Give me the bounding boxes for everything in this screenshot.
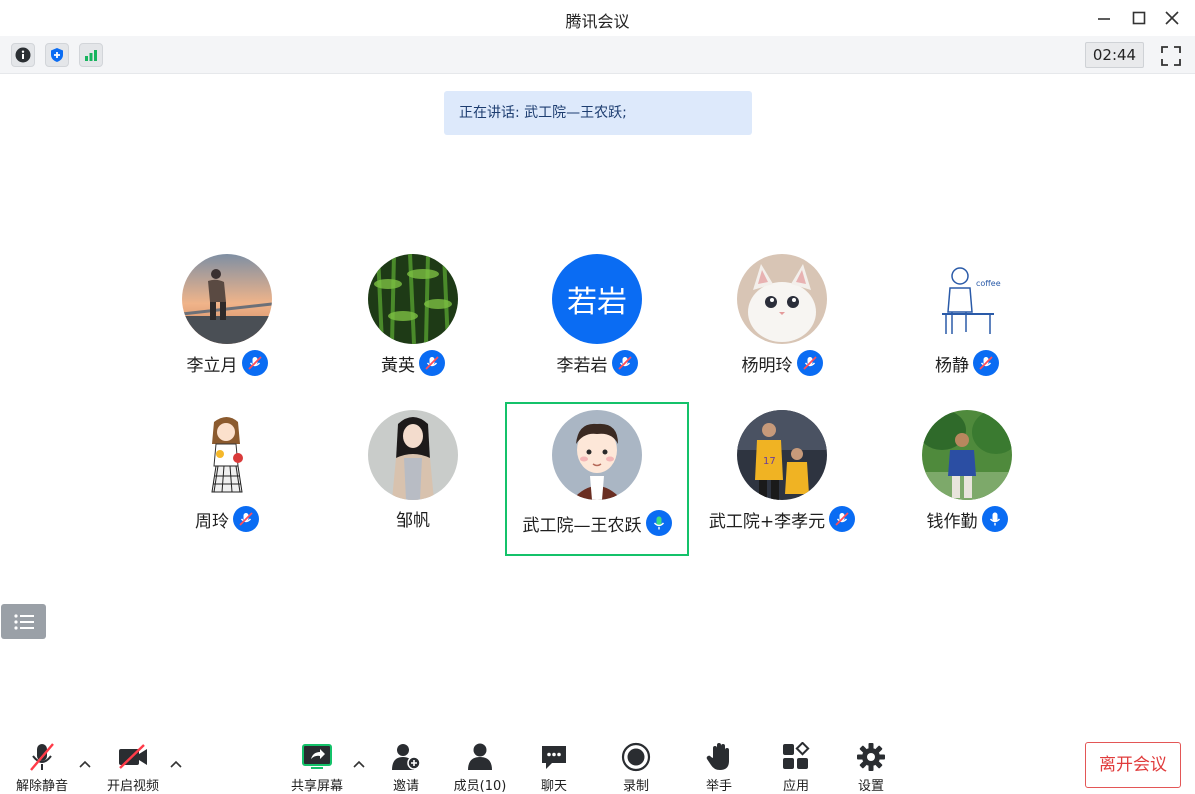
participant-tile[interactable]: 黃英 [321,248,505,402]
window-title: 腾讯会议 [565,12,630,31]
mic-muted-icon [233,506,259,532]
avatar [737,254,827,344]
participant-tile[interactable]: 钱作勤 [875,404,1059,558]
bottom-toolbar: 解除静音 开启视频 共享屏幕 邀请 成员(10) 聊天 录制 举手 应用 设置 … [0,730,1195,794]
svg-text:coffee: coffee [976,279,1001,288]
raise-hand-button[interactable]: 举手 [684,730,754,794]
settings-button[interactable]: 设置 [836,730,906,794]
members-label: 成员(10) [453,779,507,794]
participant-name: 李立月 [186,355,238,376]
participant-name: 武工院+李孝元 [708,511,826,532]
chat-label: 聊天 [540,779,567,794]
record-button[interactable]: 录制 [601,730,671,794]
chat-icon [537,740,571,773]
invite-icon [389,740,423,773]
close-icon[interactable] [1160,6,1184,30]
chat-button[interactable]: 聊天 [519,730,589,794]
mic-muted-icon [973,350,999,376]
mic-active-icon [645,510,672,536]
mic-muted-icon [611,350,638,376]
participant-name: 邹帆 [396,511,430,531]
avatar [182,254,272,344]
avatar [368,410,458,500]
record-label: 录制 [622,779,649,794]
members-icon [463,740,497,773]
participant-tile[interactable]: 杨明玲 [690,248,874,402]
mic-icon [981,506,1008,532]
invite-button[interactable]: 邀请 [371,730,441,794]
apps-icon [779,740,813,773]
apps-label: 应用 [782,779,809,794]
speaking-banner: 正在讲话: 武工院—王农跃; [444,91,752,135]
hand-icon [702,740,736,773]
avatar [182,410,272,500]
participant-tile-speaking[interactable]: 武工院—王农跃 [505,402,689,556]
mic-muted-icon [829,506,856,532]
participant-tile[interactable]: 邹帆 [321,404,505,558]
apps-button[interactable]: 应用 [761,730,831,794]
avatar [552,410,642,500]
shield-icon[interactable] [45,43,69,67]
mic-muted-icon [419,350,445,376]
unmute-button[interactable]: 解除静音 [7,730,77,794]
avatar: 若岩 [552,254,642,344]
raise-hand-label: 举手 [705,779,732,794]
avatar [922,410,1012,500]
participant-name: 黃英 [381,355,415,376]
avatar: coffee [922,254,1012,344]
fullscreen-icon[interactable] [1159,44,1183,68]
share-screen-label: 共享屏幕 [290,779,343,794]
video-off-icon [116,740,150,773]
signal-icon[interactable] [79,43,103,67]
start-video-button[interactable]: 开启视频 [98,730,168,794]
participant-name: 李若岩 [556,355,608,376]
avatar [368,254,458,344]
mic-muted-icon [796,350,823,376]
mic-muted-icon [25,740,59,773]
participant-tile[interactable]: 周玲 [135,404,319,558]
participant-name: 钱作勤 [926,511,978,532]
members-button[interactable]: 成员(10) [445,730,515,794]
list-icon[interactable] [1,604,46,639]
maximize-icon[interactable] [1127,6,1151,30]
gear-icon [854,740,888,773]
record-icon [619,740,653,773]
participant-name: 武工院—王农跃 [522,515,642,536]
title-bar: 腾讯会议 [0,0,1195,36]
participant-tile[interactable]: 若岩 李若岩 [505,248,689,402]
invite-label: 邀请 [392,779,419,794]
meeting-timer: 02:44 [1085,42,1144,68]
participant-tile[interactable]: coffee 杨静 [875,248,1059,402]
share-screen-button[interactable]: 共享屏幕 [282,730,352,794]
unmute-label: 解除静音 [15,779,68,794]
participant-name: 周玲 [195,511,229,532]
info-bar: 02:44 [0,36,1195,74]
participant-tile[interactable]: 李立月 [135,248,319,402]
mic-muted-icon [241,350,268,376]
settings-label: 设置 [857,779,884,794]
chevron-up-icon[interactable] [77,756,93,772]
svg-text:17: 17 [763,456,776,467]
share-screen-icon [300,740,334,773]
meeting-window: 腾讯会议 02:44 正在讲话: 武工院—王农跃; 李立月 黃英 若岩 李若岩 … [0,0,1195,794]
minimize-icon[interactable] [1092,6,1116,30]
leave-meeting-button[interactable]: 离开会议 [1085,742,1181,788]
info-icon[interactable] [11,43,35,67]
start-video-label: 开启视频 [106,779,159,794]
avatar-initials: 若岩 [567,285,627,320]
participant-name: 杨静 [935,355,969,376]
participant-name: 杨明玲 [741,355,793,376]
chevron-up-icon[interactable] [168,756,184,772]
avatar: 17 [737,410,827,500]
chevron-up-icon[interactable] [351,756,367,772]
participant-tile[interactable]: 17 武工院+李孝元 [690,404,874,558]
